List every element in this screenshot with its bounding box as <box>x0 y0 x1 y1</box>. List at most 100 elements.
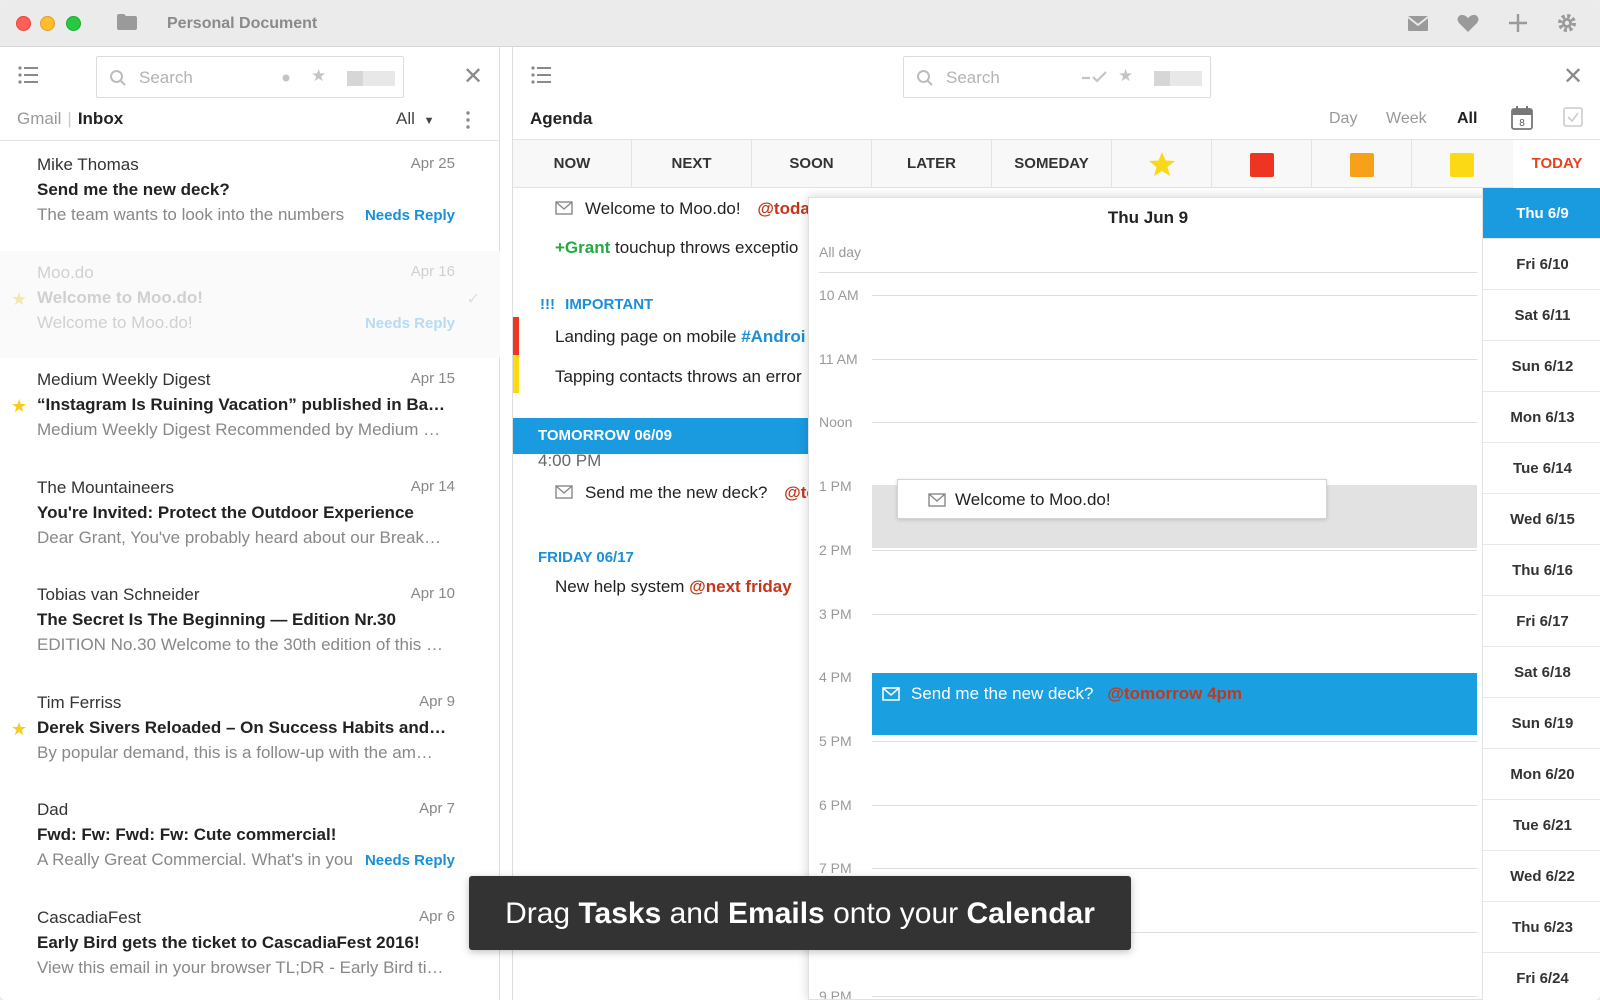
gear-icon[interactable] <box>1555 12 1579 34</box>
date-cell[interactable]: Sat 6/18 <box>1483 647 1600 698</box>
email-row[interactable]: Mike Thomas Apr 25 Send me the new deck? Th… <box>0 143 500 250</box>
email-date: Apr 14 <box>410 477 455 495</box>
toggle-icon[interactable] <box>347 71 395 86</box>
filter-orange[interactable] <box>1312 140 1412 188</box>
check-filter-icon[interactable] <box>1082 69 1108 85</box>
checkbox-icon[interactable] <box>1563 107 1583 127</box>
folder-icon[interactable] <box>117 14 137 30</box>
star-icon <box>1149 152 1175 176</box>
filter-next[interactable]: NEXT <box>632 140 752 188</box>
email-subject: Welcome to Moo.do! <box>37 287 203 307</box>
filter-soon[interactable]: SOON <box>752 140 872 188</box>
star-icon[interactable]: ★ <box>11 289 27 310</box>
task-help-system[interactable]: New help system @next friday <box>555 577 792 597</box>
breadcrumb-gmail[interactable]: Gmail <box>17 109 61 128</box>
star-icon[interactable]: ★ <box>11 719 27 740</box>
email-search-box[interactable]: Search ★ <box>96 56 404 98</box>
email-row[interactable]: ★ Medium Weekly Digest Apr 15 “Instagram Is… <box>0 358 500 465</box>
date-cell[interactable]: Tue 6/21 <box>1483 800 1600 851</box>
dragged-card-title: Welcome to Moo.do! <box>955 490 1111 509</box>
dot-icon[interactable] <box>282 74 290 82</box>
today-button[interactable]: TODAY <box>1513 140 1600 188</box>
needs-reply-label[interactable]: Needs Reply <box>365 852 455 869</box>
star-filter-icon[interactable]: ★ <box>1118 66 1133 86</box>
email-row[interactable]: The Mountaineers Apr 14 You're Invited: Pr… <box>0 466 500 573</box>
all-day-label: All day <box>819 244 862 260</box>
email-filter-label: All <box>396 109 415 128</box>
hour-label: 4 PM <box>819 669 852 686</box>
date-cell[interactable]: Sun 6/19 <box>1483 698 1600 749</box>
star-icon[interactable]: ★ <box>11 396 27 417</box>
agenda-search-box[interactable]: Search ★ <box>903 56 1211 98</box>
close-pane-icon[interactable]: ✕ <box>463 65 483 89</box>
filter-someday[interactable]: SOMEDAY <box>992 140 1112 188</box>
date-cell[interactable]: Wed 6/22 <box>1483 851 1600 902</box>
hour-line <box>872 804 1477 806</box>
filter-bar: NOW NEXT SOON LATER SOMEDAY <box>513 140 1600 188</box>
minimize-window-button[interactable] <box>40 16 55 31</box>
filter-starred[interactable] <box>1112 140 1212 188</box>
task-grant-touchup[interactable]: +Grant touchup throws exceptio <box>555 238 798 258</box>
close-window-button[interactable] <box>16 16 31 31</box>
date-cell[interactable]: Fri 6/24 <box>1483 953 1600 1000</box>
filter-now[interactable]: NOW <box>513 140 632 188</box>
view-tab-day[interactable]: Day <box>1329 110 1357 128</box>
date-cell[interactable]: Fri 6/17 <box>1483 596 1600 647</box>
date-cell[interactable]: Mon 6/20 <box>1483 749 1600 800</box>
task-send-deck[interactable]: Send me the new deck? @to <box>555 483 817 503</box>
date-cell[interactable]: Thu 6/23 <box>1483 902 1600 953</box>
date-cell[interactable]: Thu 6/16 <box>1483 545 1600 596</box>
task-landing-page[interactable]: Landing page on mobile #Androi <box>555 327 805 347</box>
calendar-event[interactable]: Send me the new deck? @tomorrow 4pm <box>872 673 1477 735</box>
date-cell[interactable]: Tue 6/14 <box>1483 443 1600 494</box>
important-marker: !!! <box>540 296 555 313</box>
hour-line <box>872 358 1477 360</box>
add-icon[interactable] <box>1506 12 1530 34</box>
email-sender: Medium Weekly Digest <box>37 370 211 389</box>
task-tag: +Grant <box>555 238 611 257</box>
email-row[interactable]: Dad Apr 7 Fwd: Fw: Fwd: Fw: Cute commercia… <box>0 788 500 895</box>
list-menu-icon[interactable] <box>531 66 551 84</box>
task-tapping-contacts[interactable]: Tapping contacts throws an error <box>555 367 802 387</box>
mail-icon[interactable] <box>1406 12 1430 34</box>
heart-icon[interactable] <box>1456 12 1480 34</box>
needs-reply-label[interactable]: Needs Reply <box>365 315 455 332</box>
search-placeholder: Search <box>139 68 193 87</box>
task-welcome-moodo[interactable]: Welcome to Moo.do! @toda <box>555 199 810 219</box>
email-subject: Fwd: Fw: Fwd: Fw: Cute commercial! <box>37 825 337 844</box>
email-filter-dropdown[interactable]: All ▼ <box>396 109 435 129</box>
date-cell[interactable]: Thu 6/9 <box>1483 188 1600 239</box>
star-filter-icon[interactable]: ★ <box>311 66 326 86</box>
section-tomorrow-label: TOMORROW 06/09 <box>538 427 672 444</box>
calendar-icon[interactable]: 8 <box>1511 106 1533 130</box>
view-tab-all[interactable]: All <box>1457 110 1477 128</box>
close-pane-icon[interactable]: ✕ <box>1563 65 1583 89</box>
date-cell[interactable]: Wed 6/15 <box>1483 494 1600 545</box>
view-tab-week[interactable]: Week <box>1386 110 1427 128</box>
date-cell[interactable]: Fri 6/10 <box>1483 239 1600 290</box>
dragged-email-card[interactable]: Welcome to Moo.do! <box>897 479 1327 519</box>
email-row[interactable]: Tobias van Schneider Apr 10 The Secret Is … <box>0 573 500 680</box>
section-important-label: IMPORTANT <box>565 296 654 313</box>
list-menu-icon[interactable] <box>18 66 38 84</box>
date-cell[interactable]: Sun 6/12 <box>1483 341 1600 392</box>
filter-red[interactable] <box>1212 140 1312 188</box>
date-cell[interactable]: Mon 6/13 <box>1483 392 1600 443</box>
zoom-window-button[interactable] <box>66 16 81 31</box>
date-cell[interactable]: Sat 6/11 <box>1483 290 1600 341</box>
toggle-icon[interactable] <box>1154 71 1202 86</box>
email-row[interactable]: ★ Moo.do Apr 16 Welcome to Moo.do! Welcome t… <box>0 250 500 358</box>
chevron-down-icon: ▼ <box>423 115 435 127</box>
filter-later[interactable]: LATER <box>872 140 992 188</box>
needs-reply-label[interactable]: Needs Reply <box>365 207 455 224</box>
task-text: Welcome to Moo.do! <box>585 199 741 218</box>
hour-line <box>872 868 1477 870</box>
check-icon[interactable]: ✓ <box>467 289 480 309</box>
email-row[interactable]: CascadiaFest Apr 6 Early Bird gets the tic… <box>0 896 500 1000</box>
email-row[interactable]: ★ Tim Ferriss Apr 9 Derek Sivers Reloaded –… <box>0 681 500 788</box>
mail-icon <box>928 493 946 507</box>
more-options-icon[interactable] <box>466 111 470 129</box>
filter-yellow[interactable] <box>1412 140 1512 188</box>
email-preview: View this email in your browser TL;DR - … <box>37 957 444 977</box>
breadcrumb-inbox[interactable]: Inbox <box>78 109 123 128</box>
